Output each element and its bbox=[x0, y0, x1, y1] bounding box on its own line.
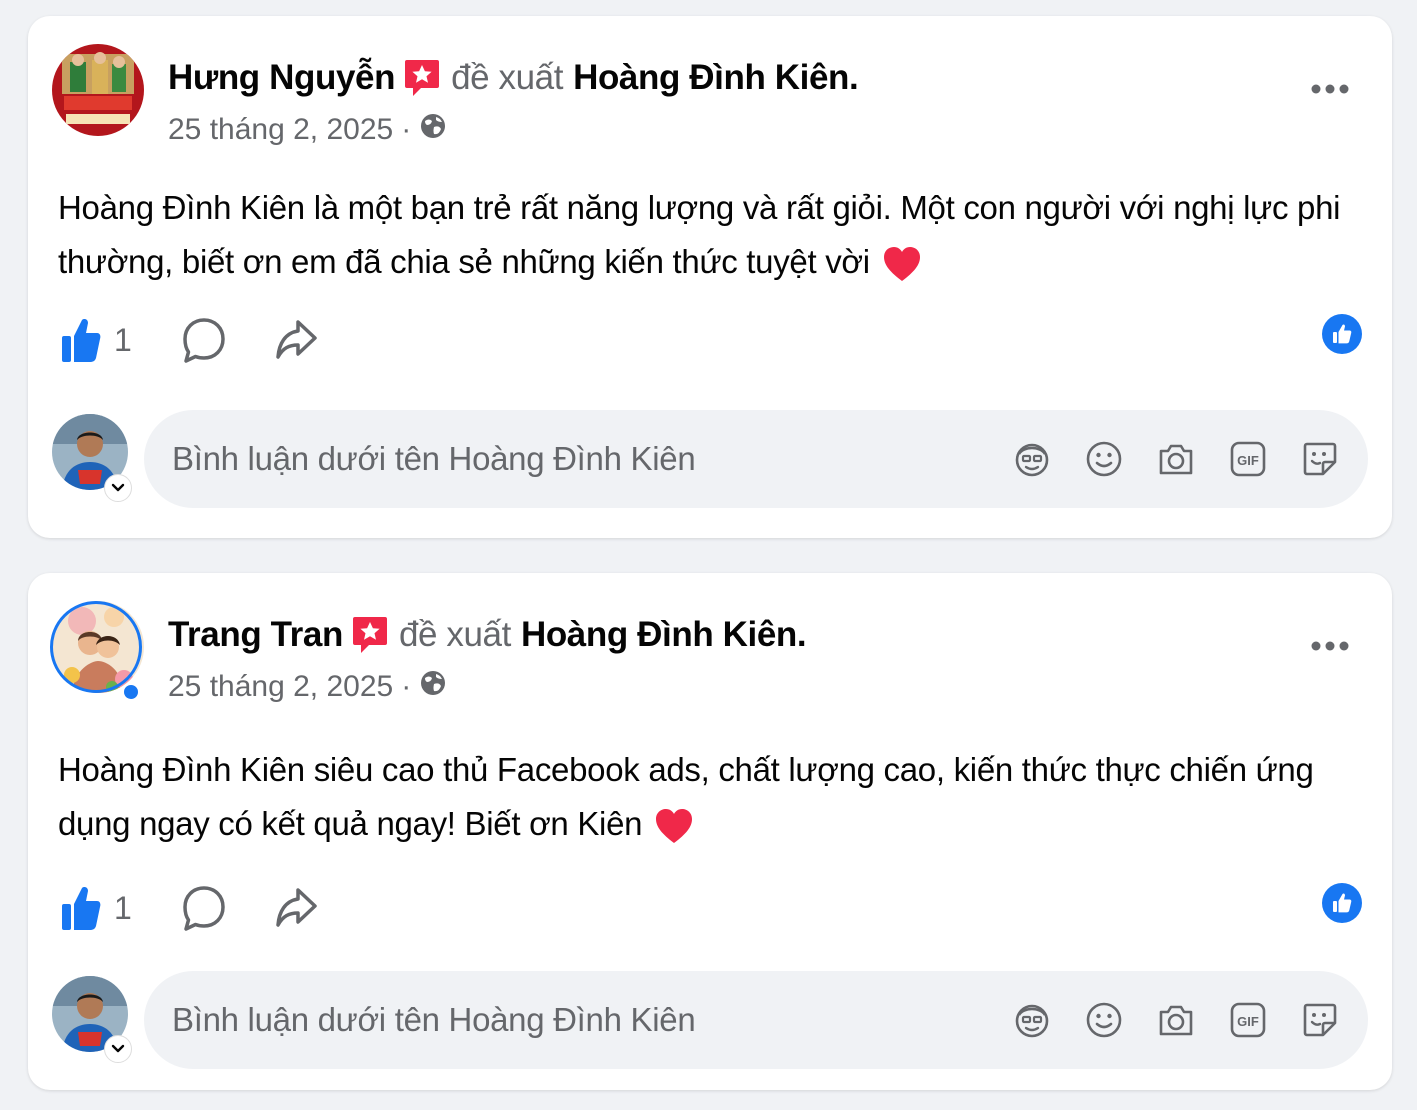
recommend-star-icon bbox=[403, 58, 441, 98]
recommended-page[interactable]: Hoàng Đình Kiên. bbox=[521, 615, 807, 655]
recommend-verb: đề xuất bbox=[398, 615, 511, 654]
comment-composer: GIF bbox=[144, 971, 1368, 1069]
post-body: Hoàng Đình Kiên là một bạn trẻ rất năng … bbox=[58, 181, 1368, 289]
chevron-down-icon[interactable] bbox=[104, 474, 132, 502]
like-button[interactable]: 1 bbox=[60, 316, 182, 364]
share-button[interactable] bbox=[274, 317, 318, 363]
author-avatar[interactable] bbox=[52, 44, 144, 136]
meta-separator: · bbox=[401, 113, 412, 146]
meta-separator: · bbox=[401, 670, 412, 703]
post-meta: 25 tháng 2, 2025 · bbox=[168, 669, 447, 705]
composer-tools: GIF bbox=[1012, 439, 1340, 479]
author-name[interactable]: Hưng Nguyễn bbox=[168, 58, 395, 98]
share-button[interactable] bbox=[274, 885, 318, 931]
online-status-dot bbox=[122, 683, 140, 701]
chevron-down-icon[interactable] bbox=[104, 1035, 132, 1063]
thumbs-up-icon bbox=[62, 319, 101, 362]
post-actions: 1 bbox=[60, 312, 318, 368]
post-actions: 1 bbox=[60, 880, 318, 936]
comment-button[interactable] bbox=[182, 316, 226, 364]
more-dots-icon bbox=[1311, 641, 1349, 651]
sticker-icon[interactable] bbox=[1300, 1000, 1340, 1040]
post-body: Hoàng Đình Kiên siêu cao thủ Facebook ad… bbox=[58, 743, 1368, 851]
avatar-sticker-icon[interactable] bbox=[1012, 1000, 1052, 1040]
share-arrow-icon bbox=[276, 320, 317, 359]
camera-icon[interactable] bbox=[1156, 1000, 1196, 1040]
smiley-icon[interactable] bbox=[1084, 1000, 1124, 1040]
more-options-button[interactable] bbox=[1306, 74, 1354, 104]
post-meta: 25 tháng 2, 2025 · bbox=[168, 112, 447, 148]
gif-icon[interactable]: GIF bbox=[1228, 1000, 1268, 1040]
post-text: Hoàng Đình Kiên là một bạn trẻ rất năng … bbox=[58, 189, 1341, 280]
camera-icon[interactable] bbox=[1156, 439, 1196, 479]
post-header: Trang Tran đề xuất Hoàng Đình Kiên. bbox=[168, 613, 807, 657]
like-count[interactable]: 1 bbox=[114, 322, 132, 359]
comment-composer: GIF bbox=[144, 410, 1368, 508]
thumbs-up-icon bbox=[1333, 893, 1352, 913]
smiley-icon[interactable] bbox=[1084, 439, 1124, 479]
red-heart-icon bbox=[654, 807, 694, 845]
thumbs-up-icon bbox=[62, 887, 101, 930]
post-date[interactable]: 25 tháng 2, 2025 bbox=[168, 670, 393, 704]
reaction-like-badge[interactable] bbox=[1322, 314, 1362, 354]
composer-tools: GIF bbox=[1012, 1000, 1340, 1040]
comment-button[interactable] bbox=[182, 884, 226, 932]
globe-icon[interactable] bbox=[419, 112, 447, 148]
more-options-button[interactable] bbox=[1306, 631, 1354, 661]
recommend-verb: đề xuất bbox=[451, 58, 564, 97]
author-avatar[interactable] bbox=[52, 601, 144, 693]
post-header: Hưng Nguyễn đề xuất Hoàng Đình Kiên. bbox=[168, 56, 859, 100]
like-button[interactable]: 1 bbox=[60, 884, 182, 932]
share-arrow-icon bbox=[276, 888, 317, 927]
gif-icon[interactable]: GIF bbox=[1228, 439, 1268, 479]
svg-text:GIF: GIF bbox=[1237, 1014, 1259, 1029]
red-heart-icon bbox=[882, 245, 922, 283]
like-count[interactable]: 1 bbox=[114, 890, 132, 927]
post-card-2: Trang Tran đề xuất Hoàng Đình Kiên. 25 t… bbox=[28, 573, 1392, 1090]
avatar-sticker-icon[interactable] bbox=[1012, 439, 1052, 479]
comment-input[interactable] bbox=[170, 439, 994, 479]
comment-bubble-icon bbox=[183, 886, 225, 931]
svg-text:GIF: GIF bbox=[1237, 453, 1259, 468]
thumbs-up-icon bbox=[1333, 324, 1352, 344]
reaction-like-badge[interactable] bbox=[1322, 883, 1362, 923]
sticker-icon[interactable] bbox=[1300, 439, 1340, 479]
more-dots-icon bbox=[1311, 84, 1349, 94]
recommended-page[interactable]: Hoàng Đình Kiên. bbox=[573, 58, 859, 98]
recommend-star-icon bbox=[351, 615, 389, 655]
globe-icon[interactable] bbox=[419, 669, 447, 705]
author-name[interactable]: Trang Tran bbox=[168, 615, 343, 655]
post-card-1: Hưng Nguyễn đề xuất Hoàng Đình Kiên. 25 … bbox=[28, 16, 1392, 538]
comment-bubble-icon bbox=[183, 318, 225, 363]
comment-input[interactable] bbox=[170, 1000, 994, 1040]
post-date[interactable]: 25 tháng 2, 2025 bbox=[168, 113, 393, 147]
